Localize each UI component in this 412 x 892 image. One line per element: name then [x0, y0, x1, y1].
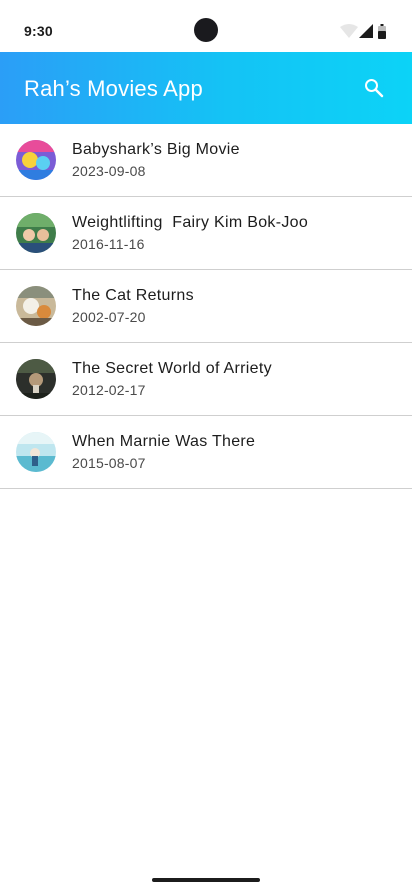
movie-poster-thumbnail	[16, 432, 56, 472]
movie-title: Babyshark’s Big Movie	[72, 141, 240, 158]
movie-list: Babyshark’s Big Movie 2023-09-08 Weightl…	[0, 124, 412, 489]
wifi-icon	[340, 24, 358, 38]
battery-icon	[378, 24, 386, 39]
movie-poster-thumbnail	[16, 359, 56, 399]
movie-title: The Cat Returns	[72, 287, 194, 304]
movie-poster-thumbnail	[16, 140, 56, 180]
movie-list-item[interactable]: When Marnie Was There 2015-08-07	[0, 416, 412, 489]
movie-release-date: 2015-08-07	[72, 455, 146, 471]
movie-release-date: 2016-11-16	[72, 236, 145, 252]
app-title: Rah’s Movies App	[24, 76, 203, 101]
movie-list-item[interactable]: The Cat Returns 2002-07-20	[0, 270, 412, 343]
movie-title: When Marnie Was There	[72, 433, 256, 450]
movie-release-date: 2012-02-17	[72, 382, 146, 398]
movie-poster-thumbnail	[16, 213, 56, 253]
movie-list-item[interactable]: The Secret World of Arriety 2012-02-17	[0, 343, 412, 416]
movie-release-date: 2023-09-08	[72, 163, 146, 179]
movie-poster-thumbnail	[16, 286, 56, 326]
search-icon	[365, 79, 384, 98]
cellular-signal-icon	[359, 24, 373, 38]
status-bar: 9:30	[0, 0, 412, 52]
app-bar: Rah’s Movies App	[0, 52, 412, 124]
status-icons	[340, 24, 390, 42]
home-indicator[interactable]	[152, 878, 260, 882]
camera-cutout	[194, 18, 218, 42]
movie-list-item[interactable]: Babyshark’s Big Movie 2023-09-08	[0, 124, 412, 197]
movie-title: Weightlifting Fairy Kim Bok-Joo	[72, 214, 309, 231]
search-button[interactable]	[354, 68, 394, 108]
status-time: 9:30	[24, 23, 53, 39]
movie-list-item[interactable]: Weightlifting Fairy Kim Bok-Joo 2016-11-…	[0, 197, 412, 270]
movie-release-date: 2002-07-20	[72, 309, 146, 325]
movie-title: The Secret World of Arriety	[72, 360, 272, 377]
